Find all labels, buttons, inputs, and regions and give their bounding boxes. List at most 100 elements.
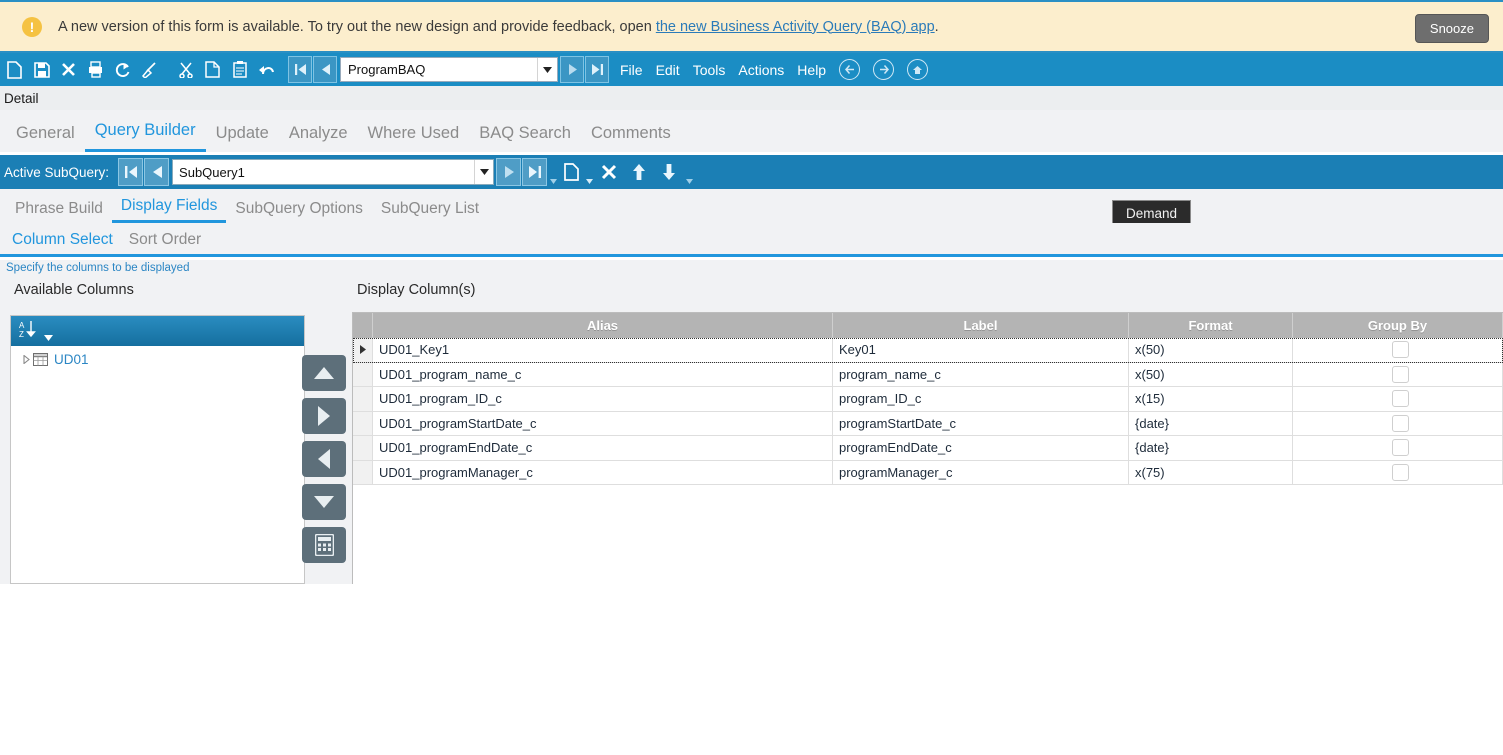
table-row[interactable]: UD01_programManager_c programManager_c x… [353, 461, 1503, 486]
baq-designer-window: ! A new version of this form is availabl… [0, 0, 1503, 584]
cell-format: x(50) [1129, 338, 1293, 362]
cell-format: {date} [1129, 412, 1293, 436]
grid-header-row: Alias Label Format Group By [353, 313, 1503, 338]
tab-update[interactable]: Update [206, 124, 279, 152]
chevron-down-icon[interactable] [44, 322, 53, 341]
undo-icon[interactable] [254, 56, 279, 83]
cut-icon[interactable] [173, 56, 198, 83]
cell-format: x(15) [1129, 387, 1293, 411]
tab-comments[interactable]: Comments [581, 124, 681, 152]
move-down-icon[interactable] [654, 158, 684, 186]
copy-icon[interactable] [200, 56, 225, 83]
group-by-checkbox[interactable] [1392, 390, 1409, 407]
menu-edit[interactable]: Edit [656, 62, 680, 78]
chevron-down-icon[interactable] [474, 160, 493, 184]
tab-phrase-build[interactable]: Phrase Build [6, 200, 112, 223]
forward-icon[interactable] [873, 59, 894, 80]
cell-label: programManager_c [833, 461, 1129, 485]
table-row[interactable]: UD01_program_ID_c program_ID_c x(15) [353, 387, 1503, 412]
row-marker [353, 412, 373, 436]
table-row[interactable]: UD01_program_name_c program_name_c x(50) [353, 363, 1503, 388]
group-by-checkbox[interactable] [1392, 439, 1409, 456]
back-icon[interactable] [839, 59, 860, 80]
tree-node-label: UD01 [54, 352, 89, 367]
column-header-format[interactable]: Format [1129, 313, 1293, 338]
tab-sort-order[interactable]: Sort Order [121, 231, 209, 254]
menu-help[interactable]: Help [797, 62, 826, 78]
display-columns-title: Display Column(s) [357, 282, 475, 298]
chevron-down-icon[interactable] [537, 58, 557, 81]
tab-baq-search[interactable]: BAQ Search [469, 124, 581, 152]
next-subquery-icon[interactable] [496, 158, 521, 186]
tab-column-select[interactable]: Column Select [4, 231, 121, 254]
move-left-button[interactable] [302, 441, 346, 477]
group-by-checkbox[interactable] [1392, 366, 1409, 383]
row-marker [353, 338, 373, 362]
cell-alias: UD01_programEndDate_c [373, 436, 833, 460]
menu-tools[interactable]: Tools [693, 62, 726, 78]
table-row[interactable]: UD01_programEndDate_c programEndDate_c {… [353, 436, 1503, 461]
clear-icon[interactable] [137, 56, 162, 83]
cell-group-by [1293, 338, 1503, 362]
table-row[interactable]: UD01_programStartDate_c programStartDate… [353, 412, 1503, 437]
toolbar-overflow-caret-2[interactable] [684, 156, 694, 188]
tab-subquery-options[interactable]: SubQuery Options [226, 200, 372, 223]
column-select-panel: Specify the columns to be displayed Avai… [0, 260, 1503, 584]
tab-general[interactable]: General [6, 124, 85, 152]
baq-id-value: ProgramBAQ [341, 62, 537, 77]
column-header-alias[interactable]: Alias [373, 313, 833, 338]
cell-label: program_name_c [833, 363, 1129, 387]
paste-icon[interactable] [227, 56, 252, 83]
new-icon[interactable] [2, 56, 27, 83]
last-record-icon[interactable] [585, 56, 609, 83]
print-icon[interactable] [83, 56, 108, 83]
row-marker [353, 436, 373, 460]
first-record-icon[interactable] [288, 56, 312, 83]
new-baq-app-link[interactable]: the new Business Activity Query (BAQ) ap… [656, 19, 935, 35]
row-marker [353, 363, 373, 387]
toolbar-overflow-caret-1[interactable] [548, 156, 558, 188]
delete-subquery-icon[interactable] [594, 158, 624, 186]
collapsed-arrow-icon[interactable] [19, 355, 33, 364]
previous-subquery-icon[interactable] [144, 158, 169, 186]
move-down-button[interactable] [302, 484, 346, 520]
next-record-icon[interactable] [560, 56, 584, 83]
display-columns-grid[interactable]: Alias Label Format Group By UD01_Key1 Ke… [352, 312, 1503, 584]
tab-analyze[interactable]: Analyze [279, 124, 358, 152]
new-subquery-icon[interactable] [558, 158, 584, 186]
save-icon[interactable] [29, 56, 54, 83]
menu-actions[interactable]: Actions [738, 62, 784, 78]
move-up-icon[interactable] [624, 158, 654, 186]
last-subquery-icon[interactable] [522, 158, 547, 186]
refresh-icon[interactable] [110, 56, 135, 83]
subquery-combo[interactable]: SubQuery1 [172, 159, 494, 185]
tab-where-used[interactable]: Where Used [358, 124, 470, 152]
delete-icon[interactable] [56, 56, 81, 83]
group-by-checkbox[interactable] [1392, 341, 1409, 358]
available-columns-tree[interactable]: A Z [10, 315, 305, 584]
baq-id-combo[interactable]: ProgramBAQ [340, 57, 558, 82]
column-header-label[interactable]: Label [833, 313, 1129, 338]
tab-query-builder[interactable]: Query Builder [85, 121, 206, 152]
tree-node-ud01[interactable]: UD01 [11, 346, 304, 372]
table-row[interactable]: UD01_Key1 Key01 x(50) [353, 338, 1503, 363]
previous-record-icon[interactable] [313, 56, 337, 83]
cell-group-by [1293, 461, 1503, 485]
new-subquery-caret[interactable] [584, 156, 594, 188]
menu-file[interactable]: File [620, 62, 643, 78]
sort-az-icon[interactable]: A Z [19, 320, 36, 342]
first-subquery-icon[interactable] [118, 158, 143, 186]
group-by-checkbox[interactable] [1392, 415, 1409, 432]
snooze-button[interactable]: Snooze [1415, 14, 1489, 43]
tab-subquery-list[interactable]: SubQuery List [372, 200, 488, 223]
banner-message: A new version of this form is available.… [58, 19, 939, 35]
column-header-group-by[interactable]: Group By [1293, 313, 1503, 338]
group-by-checkbox[interactable] [1392, 464, 1409, 481]
tab-display-fields[interactable]: Display Fields [112, 197, 226, 223]
calculator-button[interactable] [302, 527, 346, 563]
move-up-button[interactable] [302, 355, 346, 391]
move-right-button[interactable] [302, 398, 346, 434]
detail-bar: Detail [0, 86, 1503, 110]
home-icon[interactable] [907, 59, 928, 80]
cell-alias: UD01_Key1 [373, 338, 833, 362]
